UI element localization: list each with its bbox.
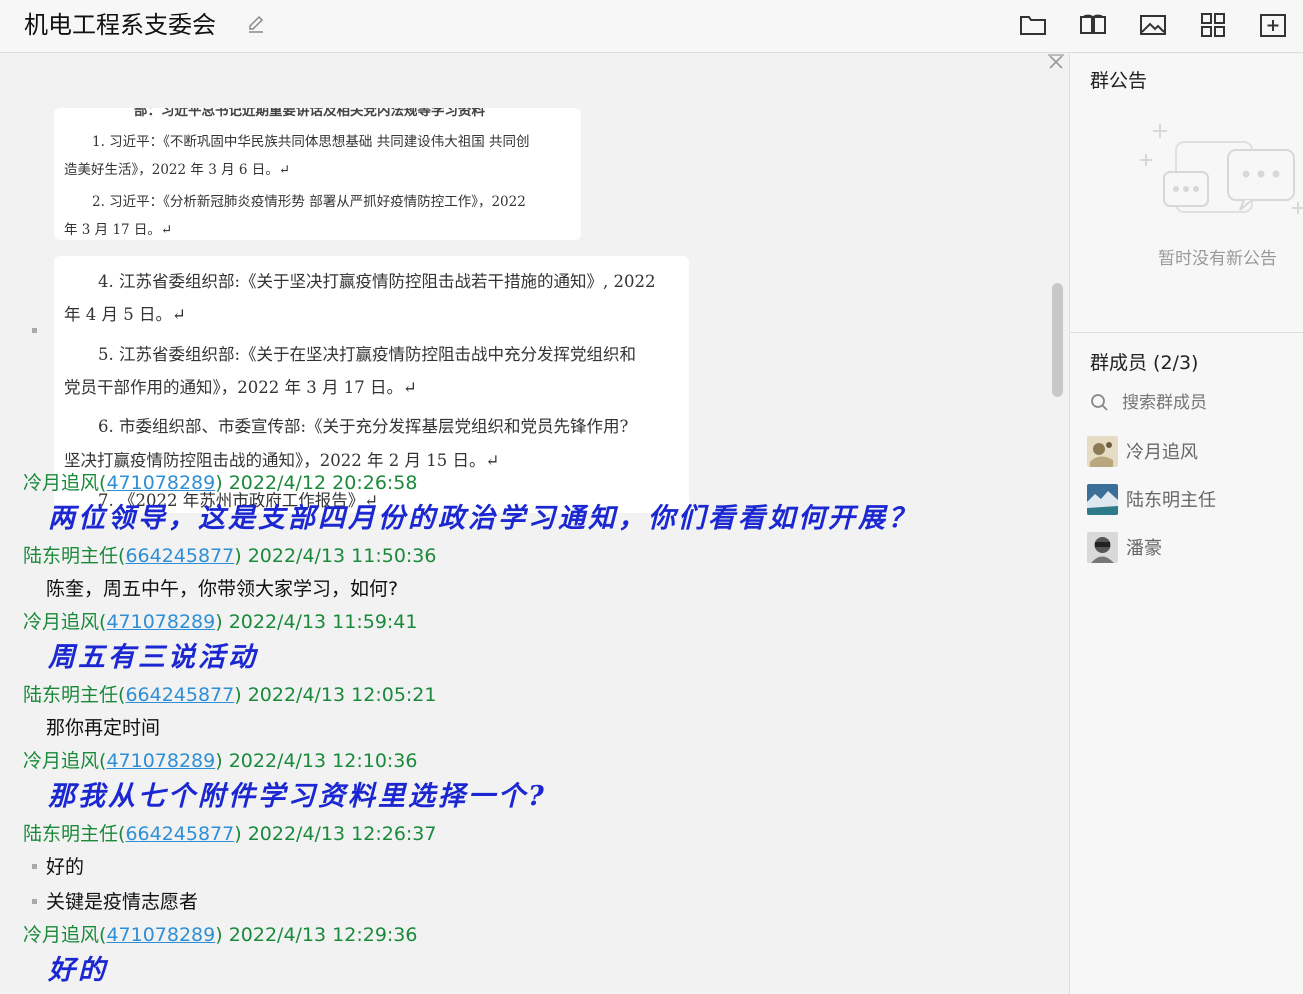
sender-qq-link[interactable]: 471078289	[106, 750, 215, 772]
attachment-text: 6. 市委组织部、市委宣传部:《关于充分发挥基层党组织和党员先锋作用?	[98, 417, 629, 436]
group-side-panel: 群公告 暂时没有新公告 群成员 (2/3) 冷月追风	[1069, 54, 1303, 994]
sender-qq-link[interactable]: 664245877	[125, 823, 234, 845]
attachment-text: 坚决打赢疫情防控阻击战的通知》，2022 年 2 月 15 日。↵	[64, 451, 500, 470]
empty-announcement-icon	[1140, 124, 1303, 214]
message-bullet	[32, 864, 37, 869]
search-icon	[1091, 394, 1108, 411]
member-name: 潘豪	[1126, 538, 1162, 559]
message-meta: 冷月追风(471078289) 2022/4/12 20:26:58	[23, 472, 418, 494]
message-text: 好的	[46, 856, 85, 878]
sender-qq-link[interactable]: 471078289	[106, 611, 215, 633]
message-meta: 冷月追风(471078289) 2022/4/13 12:10:36	[23, 750, 418, 772]
group-title: 机电工程系支委会	[24, 11, 216, 39]
chat-scrollbar[interactable]	[1052, 283, 1063, 397]
panel-divider	[1070, 332, 1303, 333]
attachment-text-cut: 部：习近平总书记近期重要讲话及相关党内法规等学习资料	[134, 108, 485, 119]
sender-name[interactable]: 冷月追风	[23, 472, 99, 494]
sender-qq-link[interactable]: 471078289	[106, 924, 215, 946]
message-text: 关键是疫情志愿者	[46, 891, 199, 913]
avatar	[1087, 436, 1118, 467]
message-time: 2022/4/13 12:26:37	[247, 823, 437, 845]
member-search-input[interactable]	[1122, 388, 1292, 418]
close-icon[interactable]	[1046, 54, 1066, 70]
member-item[interactable]: 陆东明主任	[1087, 482, 1297, 515]
message-meta: 陆东明主任(664245877) 2022/4/13 12:26:37	[23, 823, 437, 845]
attachment-text: 1. 习近平：《不断巩固中华民族共同体思想基础 共同建设伟大祖国 共同创	[92, 134, 530, 150]
sender-qq-link[interactable]: 471078289	[106, 472, 215, 494]
message-text: 陈奎，周五中午，你带领大家学习，如何?	[46, 578, 399, 600]
sender-name[interactable]: 陆东明主任	[23, 545, 118, 567]
message-meta: 陆东明主任(664245877) 2022/4/13 11:50:36	[23, 545, 437, 567]
sender-name[interactable]: 冷月追风	[23, 924, 99, 946]
message-text: 那我从七个附件学习资料里选择一个?	[48, 781, 547, 812]
sender-name[interactable]: 冷月追风	[23, 750, 99, 772]
message-time: 2022/4/13 12:05:21	[247, 684, 437, 706]
avatar	[1087, 484, 1118, 515]
sender-name[interactable]: 陆东明主任	[23, 684, 118, 706]
member-item[interactable]: 潘豪	[1087, 530, 1297, 563]
message-time: 2022/4/13 12:29:36	[228, 924, 418, 946]
avatar	[1087, 532, 1118, 563]
sender-qq-link[interactable]: 664245877	[125, 684, 234, 706]
message-bullet	[32, 899, 37, 904]
message-time: 2022/4/13 11:59:41	[228, 611, 418, 633]
attachment-text: 年 4 月 5 日。↵	[64, 305, 186, 324]
attachment-text: 党员干部作用的通知》，2022 年 3 月 17 日。↵	[64, 378, 417, 397]
attachment-image-1[interactable]: 部：习近平总书记近期重要讲话及相关党内法规等学习资料 1. 习近平：《不断巩固中…	[54, 108, 581, 240]
message-text: 两位领导，这是支部四月份的政治学习通知，你们看看如何开展？	[48, 503, 918, 534]
edit-icon[interactable]	[246, 14, 266, 34]
image-icon[interactable]	[1139, 12, 1167, 38]
attachment-text: 造美好生活》，2022 年 3 月 6 日。↵	[64, 162, 291, 178]
sender-name[interactable]: 陆东明主任	[23, 823, 118, 845]
message-text: 好的	[48, 955, 108, 986]
announcement-title: 群公告	[1090, 70, 1148, 92]
message-time: 2022/4/13 11:50:36	[247, 545, 437, 567]
message-bullet	[32, 328, 37, 333]
message-meta: 冷月追风(471078289) 2022/4/13 11:59:41	[23, 611, 418, 633]
attachment-text: 4. 江苏省委组织部:《关于坚决打赢疫情防控阻击战若干措施的通知》, 2022	[98, 272, 656, 291]
chat-header: 机电工程系支委会	[0, 0, 1303, 53]
member-name: 陆东明主任	[1126, 490, 1216, 511]
sender-name[interactable]: 冷月追风	[23, 611, 99, 633]
attachment-text: 5. 江苏省委组织部:《关于在坚决打赢疫情防控阻击战中充分发挥党组织和	[98, 345, 637, 364]
apps-icon[interactable]	[1199, 12, 1227, 38]
add-window-icon[interactable]	[1259, 12, 1287, 38]
announcement-empty-text: 暂时没有新公告	[1158, 249, 1277, 269]
chat-messages-area[interactable]: 部：习近平总书记近期重要讲话及相关党内法规等学习资料 1. 习近平：《不断巩固中…	[0, 54, 1068, 994]
message-time: 2022/4/12 20:26:58	[228, 472, 418, 494]
member-name: 冷月追风	[1126, 442, 1198, 463]
attachment-text: 年 3 月 17 日。↵	[64, 222, 173, 238]
member-item[interactable]: 冷月追风	[1087, 434, 1297, 467]
sender-qq-link[interactable]: 664245877	[125, 545, 234, 567]
message-meta: 陆东明主任(664245877) 2022/4/13 12:05:21	[23, 684, 437, 706]
attachment-text: 2. 习近平：《分析新冠肺炎疫情形势 部署从严抓好疫情防控工作》，2022	[92, 194, 526, 210]
message-text: 那你再定时间	[46, 717, 161, 739]
book-icon[interactable]	[1079, 12, 1107, 38]
message-text: 周五有三说活动	[48, 642, 258, 673]
message-time: 2022/4/13 12:10:36	[228, 750, 418, 772]
members-title: 群成员 (2/3)	[1090, 352, 1199, 374]
message-meta: 冷月追风(471078289) 2022/4/13 12:29:36	[23, 924, 418, 946]
folder-icon[interactable]	[1019, 12, 1047, 38]
